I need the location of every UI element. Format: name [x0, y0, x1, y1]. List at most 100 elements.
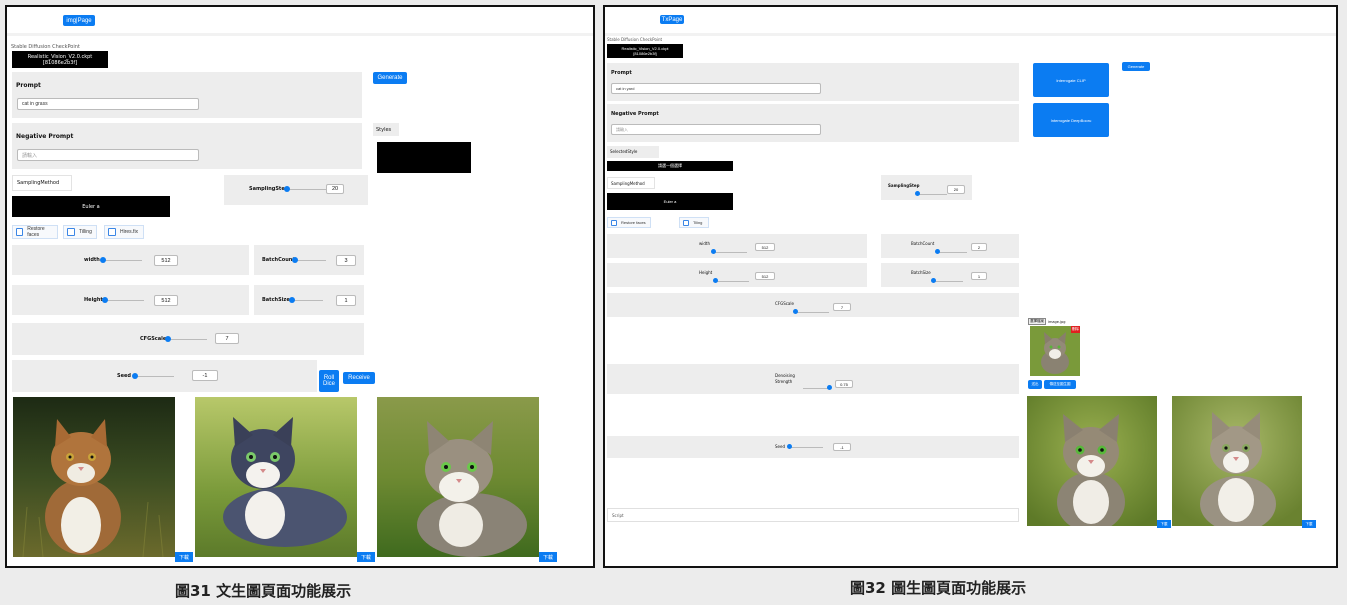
batch-count-track-right[interactable] [937, 252, 967, 253]
sampling-step-input-right[interactable]: 20 [947, 185, 965, 194]
batch-count-knob[interactable] [292, 257, 298, 263]
seed-knob-right[interactable] [787, 444, 792, 449]
cfg-scale-input[interactable]: 7 [215, 333, 239, 344]
negative-prompt-input-right[interactable]: 請輸入 [611, 124, 821, 135]
width-input-right[interactable]: 512 [755, 243, 775, 251]
hires-fix-checkbox[interactable]: Hires.fix [104, 225, 144, 239]
delete-badge[interactable]: 刪除 [1071, 326, 1080, 333]
seed-track-right[interactable] [789, 447, 823, 448]
download-button-right-2[interactable]: 下載 [1302, 520, 1316, 528]
prompt-panel: Prompt cat in grass [12, 72, 362, 118]
seed-knob[interactable] [132, 373, 138, 379]
height-panel: Height 512 [12, 285, 249, 315]
generate-button[interactable]: Generate [373, 72, 407, 84]
batch-size-track-right[interactable] [933, 281, 963, 282]
batch-size-input[interactable]: 1 [336, 295, 356, 306]
tiling-box[interactable] [67, 228, 75, 236]
cat-photo-1 [13, 397, 175, 558]
receive-button[interactable]: Receive [343, 372, 375, 384]
generate-button-right[interactable]: Generate [1122, 62, 1150, 71]
cfg-scale-panel-right: CFGScale 7 [607, 293, 1019, 317]
hires-fix-box[interactable] [108, 228, 116, 236]
interrogate-deepbooru-button[interactable]: Interrogate DeepBooru [1033, 103, 1109, 137]
height-input-right[interactable]: 512 [755, 272, 775, 280]
seed-track[interactable] [134, 376, 174, 377]
interrogate-clip-button[interactable]: Interrogate CLIP [1033, 63, 1109, 97]
restore-faces-box[interactable] [16, 228, 24, 236]
styles-select-right[interactable]: 請選一個選擇 [607, 161, 733, 171]
nav-page-button[interactable]: img|Page [63, 15, 95, 26]
header-divider [7, 33, 593, 36]
tiling-checkbox[interactable]: Tilling [63, 225, 97, 239]
height-input[interactable]: 512 [154, 295, 178, 306]
batch-size-panel: BatchSize 1 [254, 285, 364, 315]
restore-faces-checkbox-right[interactable]: Restore faces [607, 217, 651, 228]
download-button-2[interactable]: 下載 [357, 552, 375, 562]
width-panel-right: width 512 [607, 234, 867, 258]
send-button[interactable]: 送出 [1028, 380, 1042, 389]
batch-count-track[interactable] [294, 260, 326, 261]
prompt-input[interactable]: cat in grass [17, 98, 199, 110]
tiling-box-right[interactable] [683, 219, 689, 226]
cfg-scale-knob-right[interactable] [793, 309, 798, 314]
seed-input-right[interactable]: -1 [833, 443, 851, 451]
height-track[interactable] [104, 300, 144, 301]
cfg-scale-track[interactable] [167, 339, 207, 340]
sampling-step-input[interactable]: 20 [326, 184, 344, 194]
seed-input[interactable]: -1 [192, 370, 218, 381]
batch-size-knob[interactable] [289, 297, 295, 303]
width-track[interactable] [102, 260, 142, 261]
batch-size-input-right[interactable]: 1 [971, 272, 987, 280]
batch-count-input[interactable]: 3 [336, 255, 356, 266]
width-panel: width 512 [12, 245, 249, 275]
denoising-input-right[interactable]: 0.75 [835, 380, 853, 388]
checkpoint-select[interactable]: Realistic_Vision_V2.0.ckpt [81086e2b3f] [12, 51, 108, 68]
restore-faces-box-right[interactable] [611, 219, 617, 226]
download-button-1[interactable]: 下載 [175, 552, 193, 562]
nav-page-button-right[interactable]: TxPage [660, 15, 684, 24]
denoising-knob-right[interactable] [827, 385, 832, 390]
roll-dice-button[interactable]: Roll Dice [319, 370, 339, 392]
styles-label: Styles [373, 123, 399, 136]
height-knob[interactable] [102, 297, 108, 303]
cfg-scale-input-right[interactable]: 7 [833, 303, 851, 311]
batch-size-label-right: BatchSize [911, 270, 931, 275]
upload-row: 選擇檔案 image.jpg [1028, 318, 1065, 325]
download-button-right-1[interactable]: 下載 [1157, 520, 1171, 528]
upload-filename: image.jpg [1048, 319, 1066, 324]
restore-faces-checkbox[interactable]: Restore faces [12, 225, 58, 239]
cfg-scale-label: CFGScale [140, 336, 167, 342]
denoising-track-right[interactable] [803, 388, 829, 389]
width-track-right[interactable] [713, 252, 747, 253]
checkpoint-select-right[interactable]: Realistic_Vision_V2.0.ckpt [81086e2b3f] [607, 44, 683, 58]
sampling-method-select[interactable]: Euler a [12, 196, 170, 217]
uploaded-preview: 刪除 [1030, 326, 1080, 376]
sampling-step-knob[interactable] [284, 186, 290, 192]
batch-size-track[interactable] [291, 300, 323, 301]
prompt-input-right[interactable]: cat in yard [611, 83, 821, 94]
send-to-img2img-button[interactable]: 傳送至圖生圖 [1044, 380, 1076, 389]
width-knob-right[interactable] [711, 249, 716, 254]
result-image-2 [195, 397, 357, 557]
cfg-scale-knob[interactable] [165, 336, 171, 342]
checkpoint-label: Stable Diffusion CheckPoint [11, 44, 80, 50]
script-select-right[interactable]: Script [607, 508, 1019, 522]
sampling-method-select-right[interactable]: Euler a [607, 193, 733, 210]
cfg-scale-track-right[interactable] [795, 312, 829, 313]
batch-size-knob-right[interactable] [931, 278, 936, 283]
choose-file-button[interactable]: 選擇檔案 [1028, 318, 1046, 325]
height-track-right[interactable] [715, 281, 749, 282]
sampling-step-track-right[interactable] [917, 194, 947, 195]
batch-count-input-right[interactable]: 2 [971, 243, 987, 251]
download-button-3[interactable]: 下載 [539, 552, 557, 562]
sampling-step-track[interactable] [286, 189, 326, 190]
batch-count-knob-right[interactable] [935, 249, 940, 254]
height-knob-right[interactable] [713, 278, 718, 283]
styles-select[interactable] [377, 142, 471, 173]
sampling-step-knob-right[interactable] [915, 191, 920, 196]
seed-label: Seed [117, 373, 131, 379]
width-knob[interactable] [100, 257, 106, 263]
tiling-checkbox-right[interactable]: Tiling [679, 217, 709, 228]
negative-prompt-input[interactable]: 請輸入 [17, 149, 199, 161]
width-input[interactable]: 512 [154, 255, 178, 266]
